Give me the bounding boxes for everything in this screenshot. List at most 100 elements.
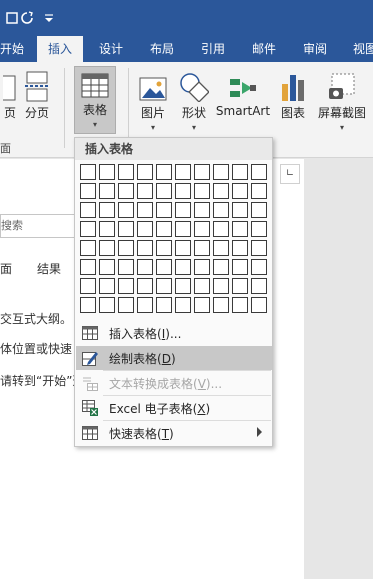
table-grid-cell[interactable] (156, 221, 172, 237)
table-grid-cell[interactable] (137, 202, 153, 218)
table-grid-cell[interactable] (194, 240, 210, 256)
table-grid-cell[interactable] (137, 278, 153, 294)
table-grid-cell[interactable] (80, 297, 96, 313)
table-grid-cell[interactable] (175, 202, 191, 218)
table-grid-cell[interactable] (194, 202, 210, 218)
table-grid-cell[interactable] (80, 164, 96, 180)
table-grid-cell[interactable] (156, 183, 172, 199)
table-grid-cell[interactable] (137, 164, 153, 180)
table-grid-cell[interactable] (194, 297, 210, 313)
table-grid-cell[interactable] (118, 278, 134, 294)
table-grid-cell[interactable] (213, 278, 229, 294)
table-grid-cell[interactable] (156, 278, 172, 294)
table-grid-cell[interactable] (251, 297, 267, 313)
table-grid-cell[interactable] (194, 221, 210, 237)
table-grid-cell[interactable] (232, 202, 248, 218)
table-grid-cell[interactable] (118, 164, 134, 180)
table-grid-cell[interactable] (213, 183, 229, 199)
table-grid-cell[interactable] (137, 297, 153, 313)
table-grid-cell[interactable] (194, 259, 210, 275)
table-grid-cell[interactable] (232, 183, 248, 199)
table-grid-cell[interactable] (156, 240, 172, 256)
table-grid-cell[interactable] (118, 183, 134, 199)
tab-design[interactable]: 设计 (99, 36, 123, 62)
table-grid-cell[interactable] (99, 278, 115, 294)
blank-page-button[interactable]: 页 (0, 62, 20, 134)
table-grid-cell[interactable] (99, 202, 115, 218)
excel-spreadsheet-item[interactable]: Excel 电子表格(X) (76, 396, 272, 420)
table-grid-cell[interactable] (213, 164, 229, 180)
tab-home[interactable]: 开始 (0, 36, 24, 62)
table-grid-cell[interactable] (232, 297, 248, 313)
table-grid-cell[interactable] (194, 183, 210, 199)
table-grid-cell[interactable] (118, 297, 134, 313)
table-grid-cell[interactable] (156, 259, 172, 275)
table-grid-cell[interactable] (232, 259, 248, 275)
table-grid-cell[interactable] (175, 183, 191, 199)
table-grid-cell[interactable] (251, 164, 267, 180)
tab-stop-selector[interactable]: ∟ (280, 164, 300, 184)
search-input[interactable]: 搜索 (0, 214, 78, 238)
table-size-grid[interactable] (80, 164, 267, 313)
table-grid-cell[interactable] (137, 240, 153, 256)
table-grid-cell[interactable] (213, 240, 229, 256)
table-grid-cell[interactable] (213, 259, 229, 275)
table-grid-cell[interactable] (251, 259, 267, 275)
table-grid-cell[interactable] (80, 221, 96, 237)
chart-button[interactable]: 图表 (276, 62, 310, 134)
table-grid-cell[interactable] (156, 164, 172, 180)
table-grid-cell[interactable] (80, 259, 96, 275)
table-grid-cell[interactable] (80, 240, 96, 256)
table-grid-cell[interactable] (137, 221, 153, 237)
tab-view[interactable]: 视图 (353, 36, 373, 62)
table-grid-cell[interactable] (175, 259, 191, 275)
tab-review[interactable]: 审阅 (303, 36, 327, 62)
table-grid-cell[interactable] (156, 297, 172, 313)
table-button[interactable]: 表格 ▾ (74, 66, 116, 134)
tab-mailings[interactable]: 邮件 (252, 36, 276, 62)
table-grid-cell[interactable] (118, 202, 134, 218)
table-grid-cell[interactable] (80, 278, 96, 294)
table-grid-cell[interactable] (213, 221, 229, 237)
table-grid-cell[interactable] (118, 240, 134, 256)
table-grid-cell[interactable] (213, 202, 229, 218)
table-grid-cell[interactable] (232, 240, 248, 256)
table-grid-cell[interactable] (213, 297, 229, 313)
nav-tab-results[interactable]: 结果 (37, 260, 61, 277)
table-grid-cell[interactable] (99, 183, 115, 199)
quick-tables-item[interactable]: 快速表格(T) (76, 421, 272, 445)
table-grid-cell[interactable] (80, 202, 96, 218)
table-grid-cell[interactable] (232, 221, 248, 237)
tab-layout[interactable]: 布局 (150, 36, 174, 62)
insert-table-item[interactable]: 插入表格(I)... (76, 321, 272, 345)
smartart-button[interactable]: SmartArt (216, 62, 270, 134)
draw-table-item[interactable]: 绘制表格(D) (76, 346, 272, 370)
table-grid-cell[interactable] (251, 278, 267, 294)
tab-references[interactable]: 引用 (201, 36, 225, 62)
table-grid-cell[interactable] (118, 221, 134, 237)
table-grid-cell[interactable] (251, 183, 267, 199)
table-grid-cell[interactable] (175, 221, 191, 237)
save-icon[interactable] (6, 0, 18, 36)
table-grid-cell[interactable] (99, 164, 115, 180)
table-grid-cell[interactable] (137, 259, 153, 275)
screenshot-button[interactable]: 屏幕截图 ▾ (315, 62, 369, 134)
table-grid-cell[interactable] (80, 183, 96, 199)
table-grid-cell[interactable] (251, 240, 267, 256)
table-grid-cell[interactable] (194, 164, 210, 180)
table-grid-cell[interactable] (232, 164, 248, 180)
table-grid-cell[interactable] (251, 221, 267, 237)
table-grid-cell[interactable] (175, 297, 191, 313)
customize-quick-access-icon[interactable] (44, 0, 54, 36)
tab-insert[interactable]: 插入 (37, 36, 84, 62)
redo-icon[interactable] (20, 0, 34, 36)
table-grid-cell[interactable] (175, 278, 191, 294)
table-grid-cell[interactable] (99, 259, 115, 275)
shapes-button[interactable]: 形状 ▾ (176, 62, 212, 134)
table-grid-cell[interactable] (175, 240, 191, 256)
table-grid-cell[interactable] (99, 221, 115, 237)
table-grid-cell[interactable] (118, 259, 134, 275)
table-grid-cell[interactable] (251, 202, 267, 218)
pictures-button[interactable]: 图片 ▾ (136, 62, 170, 134)
page-break-button[interactable]: 分页 (22, 62, 52, 134)
